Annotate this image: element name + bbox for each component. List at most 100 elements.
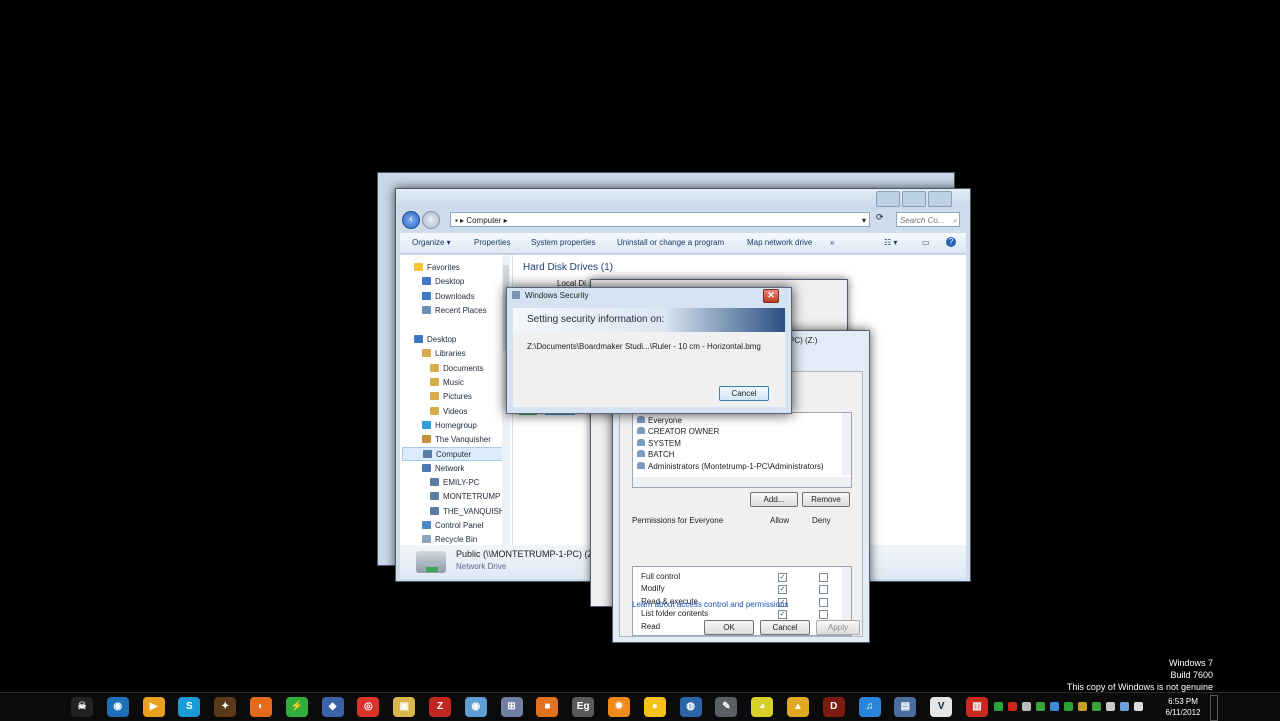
ball-icon[interactable]: ◕ [751,697,774,717]
allow-checkbox[interactable]: ✓ [778,585,787,595]
lock-app-icon[interactable]: ▲ [787,697,809,717]
nav-music[interactable]: Music [430,376,464,390]
nav-montetrump[interactable]: MONTETRUMP [430,490,500,504]
view-options-icon[interactable]: ☷ ▾ [884,238,897,247]
eye-icon[interactable]: ◉ [464,697,487,717]
nav-desktop-fav[interactable]: Desktop [422,275,464,289]
vnc-icon[interactable]: V [930,697,953,717]
allow-checkbox[interactable]: ✓ [778,610,787,620]
map-network-drive-button[interactable]: Map network drive [747,238,812,247]
virtualbox-icon[interactable]: ◆ [321,697,344,717]
refresh-icon[interactable]: ⟳ [876,212,884,223]
maximize-button[interactable] [902,191,926,207]
itunes-icon[interactable]: ♫ [858,697,881,717]
nav-homegroup[interactable]: Homegroup [422,419,477,433]
nav-libraries[interactable]: Libraries [422,347,466,361]
list-item[interactable]: Everyone [637,416,682,425]
lightning-icon[interactable]: ⚡ [285,697,308,717]
breadcrumb-computer[interactable]: Computer [466,216,501,225]
tray-icon[interactable] [994,702,1003,711]
uninstall-program-button[interactable]: Uninstall or change a program [617,238,724,247]
properties-button[interactable]: Properties [474,238,510,247]
nav-the-vanquisher[interactable]: The Vanquisher [422,433,491,447]
tray-icon[interactable] [1050,702,1059,711]
skype-icon[interactable]: S [178,697,201,717]
list-scrollbar[interactable] [842,413,851,475]
forward-button[interactable]: › [422,211,440,229]
nav-videos[interactable]: Videos [430,405,467,419]
box-app-icon[interactable]: ■ [536,697,559,717]
close-icon[interactable]: ✕ [763,289,779,303]
list-item[interactable]: CREATOR OWNER [637,427,719,436]
filezilla-icon[interactable]: Z [429,697,451,717]
nav-recent-places[interactable]: Recent Places [422,304,487,318]
tray-icon[interactable] [1092,702,1101,711]
network-app-icon[interactable]: ⊞ [500,697,523,717]
globe-app-icon[interactable]: ◍ [679,697,702,717]
more-commands-button[interactable]: » [830,238,834,247]
preview-pane-icon[interactable]: ▭ [922,238,930,247]
deny-checkbox[interactable] [819,597,828,607]
search-input[interactable]: Search Co... ⌕ [896,212,960,227]
remove-button[interactable]: Remove [802,492,850,507]
firefox-icon[interactable]: ◐ [250,697,272,717]
list-item[interactable]: BATCH [637,450,675,459]
nav-the-vanquisher-pc[interactable]: THE_VANQUISH [430,505,505,519]
back-button[interactable]: ‹ [402,211,420,229]
security-cancel-button[interactable]: Cancel [719,386,769,401]
add-button[interactable]: Add... [750,492,798,507]
nav-recycle-bin[interactable]: Recycle Bin [422,533,477,545]
apply-button[interactable]: Apply [816,620,860,635]
tray-icon[interactable] [1120,702,1129,711]
deny-checkbox[interactable] [819,610,828,620]
group-user-list[interactable]: Everyone CREATOR OWNER SYSTEM BATCH Admi… [632,412,852,488]
nav-desktop[interactable]: Desktop [414,333,456,347]
diablo-icon[interactable]: D [822,697,845,717]
eg-icon[interactable]: Eg [572,697,595,717]
chevron-down-icon[interactable]: ▾ [862,213,866,228]
nav-favorites[interactable]: Favorites [414,261,460,275]
help-icon[interactable]: ? [946,237,956,247]
deny-checkbox[interactable] [819,573,828,582]
media-player-icon[interactable]: ▶ [142,697,165,717]
skull-icon[interactable]: ☠ [71,697,93,717]
window-controls[interactable] [874,191,964,207]
hard-disk-drives-header[interactable]: Hard Disk Drives (1) [523,262,613,273]
tool-icon[interactable]: ✎ [715,697,738,717]
monitor-app-icon[interactable]: ▤ [894,697,917,717]
red-app-icon[interactable]: ▥ [966,697,988,717]
tray-icon[interactable] [1008,702,1017,711]
tray-icon[interactable] [1106,702,1115,711]
show-desktop-button[interactable] [1210,695,1218,721]
allow-checkbox[interactable]: ✓ [778,573,787,582]
nav-documents[interactable]: Documents [430,362,483,376]
ok-button[interactable]: OK [704,620,754,635]
folder-app-icon[interactable]: ▣ [393,697,416,717]
nav-computer[interactable]: Computer [402,447,510,461]
list-item[interactable]: Administrators (Montetrump-1-PC\Administ… [637,462,824,471]
nav-pictures[interactable]: Pictures [430,390,472,404]
system-properties-button[interactable]: System properties [531,238,595,247]
tray-icon[interactable] [1078,702,1087,711]
deny-checkbox[interactable] [819,585,828,595]
gear-app-icon[interactable]: ✹ [608,697,630,717]
tray-icon[interactable] [1134,702,1143,711]
address-bar[interactable]: ▪ ▸ Computer ▸ ▾ [450,212,870,227]
nav-network[interactable]: Network [422,462,464,476]
explorer-titlebar[interactable] [396,189,970,209]
access-control-link[interactable]: Learn about access control and permissio… [632,600,789,609]
chrome-icon[interactable]: ◎ [357,697,380,717]
minimize-button[interactable] [876,191,900,207]
nav-emily-pc[interactable]: EMILY-PC [430,476,479,490]
nav-downloads[interactable]: Downloads [422,290,475,304]
organize-button[interactable]: Organize ▾ [412,238,451,247]
nav-control-panel[interactable]: Control Panel [422,519,483,533]
tray-icon[interactable] [1064,702,1073,711]
tray-icon[interactable] [1022,702,1031,711]
tray-icon[interactable] [1036,702,1045,711]
duck-icon[interactable]: ● [643,697,666,717]
close-button[interactable] [928,191,952,207]
windows-security-dialog[interactable]: Windows Security ✕ Setting security info… [506,287,792,414]
clock[interactable]: 6:53 PM 6/11/2012 [1158,696,1208,718]
list-hscrollbar[interactable] [633,477,851,487]
